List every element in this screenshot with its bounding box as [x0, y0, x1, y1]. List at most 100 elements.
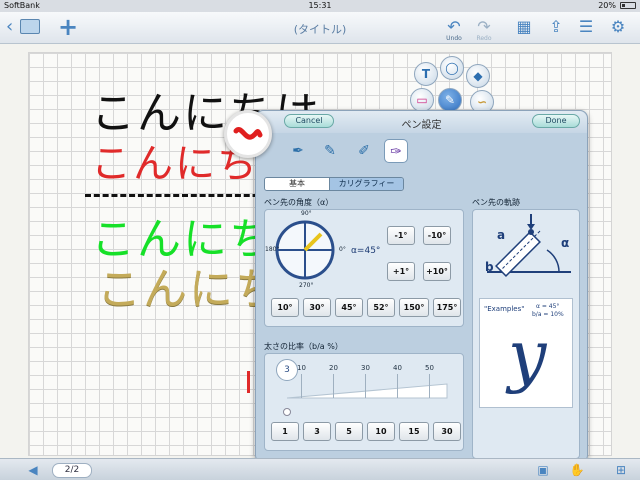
add-page-button-bottom[interactable]: ⊞ — [612, 461, 630, 479]
angle-section-label: ペン先の角度（α） — [264, 198, 334, 207]
grid-layout-icon: ▦ — [516, 17, 532, 36]
pen-type-fine[interactable]: ✒ — [286, 139, 310, 163]
ratio-preset-5[interactable]: 5 — [335, 422, 363, 441]
page-indicator[interactable]: 2/2 — [52, 463, 92, 478]
examples-label: "Examples" — [484, 305, 525, 313]
ratio-tick-mark — [429, 374, 430, 398]
pen-settings-panel: Cancel ペン設定 Done ✒ ✎ ✐ ✑ 基本 カリグラフィー ペン先の… — [255, 110, 588, 463]
dial-label-0: 0° — [339, 246, 346, 253]
lasso-icon: ◯ — [445, 61, 459, 75]
ratio-preset-1[interactable]: 1 — [271, 422, 299, 441]
redo-arrow-icon: ↷ — [477, 17, 491, 36]
angle-box: 90° 180° 0° 270° α=45° -1° -10° +1° +10°… — [264, 209, 464, 327]
pen-stroke-preview — [233, 127, 263, 140]
angle-minus-1-button[interactable]: -1° — [387, 226, 415, 245]
ratio-tick-label: 40 — [393, 364, 402, 372]
pen-tool-button[interactable]: ✎ — [438, 88, 462, 112]
pen-preview-circle — [224, 110, 272, 158]
settings-button[interactable]: ⚙ — [606, 16, 630, 40]
ratio-wedge — [287, 383, 448, 399]
handwriting-gold: こんにち — [97, 264, 281, 315]
angle-preset-45[interactable]: 45° — [335, 298, 363, 317]
examples-glyph: y — [508, 317, 547, 396]
previous-page-button[interactable]: ◀ — [24, 461, 42, 479]
angle-plus-10-button[interactable]: +10° — [423, 262, 451, 281]
ratio-preset-10[interactable]: 10 — [367, 422, 395, 441]
text-tool-icon: T — [421, 67, 431, 81]
pen-dotted-icon: ✎ — [324, 143, 336, 159]
shape-tool-button[interactable]: ▭ — [410, 88, 434, 112]
current-angle-value: α=45° — [351, 246, 381, 256]
pen-icon: ✎ — [444, 93, 456, 107]
menu-button[interactable]: ☰ — [574, 16, 598, 40]
ratio-preset-3[interactable]: 3 — [303, 422, 331, 441]
status-bar: SoftBank 15:31 20% — [0, 0, 640, 12]
stroke-preview-path — [233, 127, 263, 140]
chevron-left-icon: ◀ — [28, 463, 38, 477]
menu-list-icon: ☰ — [578, 17, 594, 36]
page-layout-button[interactable]: ▦ — [512, 16, 536, 40]
undo-arrow-icon: ↶ — [447, 17, 461, 36]
ratio-tick-label: 50 — [425, 364, 434, 372]
ratio-tick-mark — [397, 374, 398, 398]
bottom-bar: ◀ 2/2 ▣ ✋ ⊞ — [0, 458, 640, 480]
ratio-tick-label: 10 — [297, 364, 306, 372]
alpha-arc — [546, 249, 560, 273]
undo-button[interactable]: ↶ Undo — [442, 16, 466, 42]
ratio-preset-15[interactable]: 15 — [399, 422, 429, 441]
ratio-preset-30[interactable]: 30 — [433, 422, 461, 441]
battery-percent: 20% — [598, 1, 616, 10]
pen-type-dotted[interactable]: ✎ — [318, 139, 342, 163]
pen-fine-icon: ✒ — [292, 143, 304, 159]
ratio-slider-thumb[interactable] — [283, 408, 291, 416]
redo-label: Redo — [476, 35, 492, 42]
ratio-tick-label: 30 — [361, 364, 370, 372]
angle-preset-10[interactable]: 10° — [271, 298, 299, 317]
ratio-slider[interactable]: 10 20 30 40 50 — [287, 364, 457, 400]
undo-label: Undo — [446, 35, 462, 42]
angle-preset-150[interactable]: 150° — [399, 298, 429, 317]
dial-label-270: 270° — [299, 282, 314, 289]
pen-type-calligraphy[interactable]: ✑ — [384, 139, 408, 163]
pen-mode-segmented-control: 基本 カリグラフィー — [264, 177, 404, 191]
dial-label-180: 180° — [265, 246, 280, 253]
pen-type-brush[interactable]: ✐ — [352, 139, 376, 163]
done-button[interactable]: Done — [532, 114, 580, 128]
examples-alpha: α = 45° — [536, 303, 560, 310]
tab-calligraphy[interactable]: カリグラフィー — [329, 178, 403, 190]
trajectory-section-label: ペン先の軌跡 — [472, 198, 520, 207]
angle-preset-175[interactable]: 175° — [433, 298, 461, 317]
ratio-tick-mark — [301, 374, 302, 398]
ratio-tick-mark — [333, 374, 334, 398]
redo-button[interactable]: ↷ Redo — [472, 16, 496, 42]
diagram-label-a: a — [497, 228, 506, 242]
battery-icon — [620, 2, 636, 9]
ratio-value-bubble: 3 — [276, 359, 298, 381]
share-button[interactable]: ⇪ — [544, 16, 568, 40]
angle-minus-10-button[interactable]: -10° — [423, 226, 451, 245]
angle-preset-30[interactable]: 30° — [303, 298, 331, 317]
top-toolbar: ‹ + (タイトル) ↶ Undo ↷ Redo ▦ ⇪ ☰ ⚙ — [0, 12, 640, 44]
clock: 15:31 — [308, 1, 332, 10]
pen-calligraphy-icon: ✑ — [390, 144, 402, 160]
ratio-section-label: 太さの比率（b/a %） — [264, 342, 343, 351]
text-tool-button[interactable]: T — [414, 62, 438, 86]
pen-brush-icon: ✐ — [358, 143, 370, 159]
shape-icon: ▭ — [416, 93, 428, 107]
hand-tool-button[interactable]: ✋ — [568, 461, 586, 479]
insert-image-button[interactable]: ▣ — [534, 461, 552, 479]
diagram-label-b: b — [485, 260, 494, 274]
diagram-label-alpha: α — [561, 236, 570, 250]
image-icon: ▣ — [537, 463, 549, 477]
angle-plus-1-button[interactable]: +1° — [387, 262, 415, 281]
angle-preset-52[interactable]: 52° — [367, 298, 395, 317]
eraser-tool-button[interactable]: ◆ — [466, 64, 490, 88]
eraser-icon: ◆ — [473, 69, 483, 83]
ratio-tick-label: 20 — [329, 364, 338, 372]
tools-icon: ⚙ — [610, 17, 626, 36]
trajectory-box: a b α "Examples" α = 45° b/a = 10% y — [472, 209, 580, 459]
ratio-tick-mark — [365, 374, 366, 398]
lasso-tool-button[interactable]: ◯ — [440, 56, 464, 80]
dial-label-90: 90° — [301, 210, 312, 217]
tab-basic[interactable]: 基本 — [265, 178, 329, 190]
